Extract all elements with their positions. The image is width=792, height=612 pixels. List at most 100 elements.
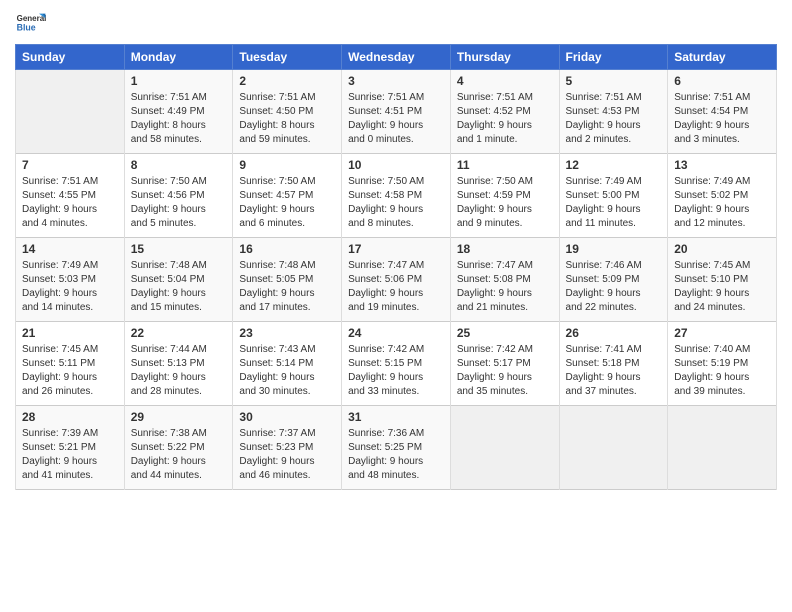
header-row: SundayMondayTuesdayWednesdayThursdayFrid… <box>16 45 777 70</box>
day-info: Sunrise: 7:50 AMSunset: 4:59 PMDaylight:… <box>457 175 553 231</box>
day-info: Sunrise: 7:39 AMSunset: 5:21 PMDaylight:… <box>22 427 118 483</box>
calendar-cell: 6Sunrise: 7:51 AMSunset: 4:54 PMDaylight… <box>668 70 777 154</box>
day-info: Sunrise: 7:51 AMSunset: 4:49 PMDaylight:… <box>131 91 227 147</box>
day-number: 14 <box>22 242 118 256</box>
day-number: 9 <box>239 158 335 172</box>
day-info: Sunrise: 7:50 AMSunset: 4:58 PMDaylight:… <box>348 175 444 231</box>
calendar-cell: 12Sunrise: 7:49 AMSunset: 5:00 PMDayligh… <box>559 154 668 238</box>
calendar-cell: 3 Sunrise: 7:51 AMSunset: 4:51 PMDaylight… <box>342 70 451 154</box>
calendar-cell: 28 Sunrise: 7:39 AMSunset: 5:21 PMDayligh… <box>16 406 125 490</box>
day-number: 7 <box>22 158 118 172</box>
calendar-cell: 30 Sunrise: 7:37 AMSunset: 5:23 PMDayligh… <box>233 406 342 490</box>
day-number: 4 <box>457 74 553 88</box>
calendar-cell: 15Sunrise: 7:48 AMSunset: 5:04 PMDayligh… <box>124 238 233 322</box>
header-cell-monday: Monday <box>124 45 233 70</box>
week-row-2: 7Sunrise: 7:51 AMSunset: 4:55 PMDaylight… <box>16 154 777 238</box>
day-info: Sunrise: 7:42 AMSunset: 5:15 PMDaylight:… <box>348 343 444 399</box>
calendar-cell: 13 Sunrise: 7:49 AMSunset: 5:02 PMDayligh… <box>668 154 777 238</box>
day-number: 19 <box>566 242 662 256</box>
day-info: Sunrise: 7:45 AMSunset: 5:11 PMDaylight:… <box>22 343 118 399</box>
day-info: Sunrise: 7:37 AMSunset: 5:23 PMDaylight:… <box>239 427 335 483</box>
header-cell-sunday: Sunday <box>16 45 125 70</box>
day-info: Sunrise: 7:40 AMSunset: 5:19 PMDaylight:… <box>674 343 770 399</box>
day-number: 18 <box>457 242 553 256</box>
day-info: Sunrise: 7:43 AMSunset: 5:14 PMDaylight:… <box>239 343 335 399</box>
calendar-cell: 20 Sunrise: 7:45 AMSunset: 5:10 PMDayligh… <box>668 238 777 322</box>
calendar-cell <box>559 406 668 490</box>
calendar-cell: 4Sunrise: 7:51 AMSunset: 4:52 PMDaylight… <box>450 70 559 154</box>
day-info: Sunrise: 7:50 AMSunset: 4:56 PMDaylight:… <box>131 175 227 231</box>
svg-text:Blue: Blue <box>17 22 36 32</box>
day-number: 28 <box>22 410 118 424</box>
day-number: 1 <box>131 74 227 88</box>
calendar-cell <box>668 406 777 490</box>
week-row-4: 21Sunrise: 7:45 AMSunset: 5:11 PMDayligh… <box>16 322 777 406</box>
logo-icon: General Blue <box>15 10 47 38</box>
calendar-cell <box>450 406 559 490</box>
day-info: Sunrise: 7:51 AMSunset: 4:50 PMDaylight:… <box>239 91 335 147</box>
header-cell-thursday: Thursday <box>450 45 559 70</box>
week-row-1: 1 Sunrise: 7:51 AMSunset: 4:49 PMDaylight… <box>16 70 777 154</box>
day-info: Sunrise: 7:47 AMSunset: 5:06 PMDaylight:… <box>348 259 444 315</box>
calendar-table: SundayMondayTuesdayWednesdayThursdayFrid… <box>15 44 777 490</box>
day-number: 29 <box>131 410 227 424</box>
calendar-cell: 17 Sunrise: 7:47 AMSunset: 5:06 PMDayligh… <box>342 238 451 322</box>
calendar-body: 1 Sunrise: 7:51 AMSunset: 4:49 PMDaylight… <box>16 70 777 490</box>
calendar-cell: 14 Sunrise: 7:49 AMSunset: 5:03 PMDayligh… <box>16 238 125 322</box>
day-number: 24 <box>348 326 444 340</box>
day-number: 23 <box>239 326 335 340</box>
calendar-cell: 11 Sunrise: 7:50 AMSunset: 4:59 PMDayligh… <box>450 154 559 238</box>
day-info: Sunrise: 7:42 AMSunset: 5:17 PMDaylight:… <box>457 343 553 399</box>
day-info: Sunrise: 7:45 AMSunset: 5:10 PMDaylight:… <box>674 259 770 315</box>
day-number: 20 <box>674 242 770 256</box>
calendar-cell: 9 Sunrise: 7:50 AMSunset: 4:57 PMDaylight… <box>233 154 342 238</box>
calendar-header: SundayMondayTuesdayWednesdayThursdayFrid… <box>16 45 777 70</box>
calendar-cell: 19Sunrise: 7:46 AMSunset: 5:09 PMDayligh… <box>559 238 668 322</box>
day-number: 3 <box>348 74 444 88</box>
day-number: 11 <box>457 158 553 172</box>
day-number: 8 <box>131 158 227 172</box>
calendar-cell: 1 Sunrise: 7:51 AMSunset: 4:49 PMDaylight… <box>124 70 233 154</box>
day-number: 26 <box>566 326 662 340</box>
day-info: Sunrise: 7:49 AMSunset: 5:00 PMDaylight:… <box>566 175 662 231</box>
day-number: 27 <box>674 326 770 340</box>
logo: General Blue <box>15 10 47 38</box>
day-info: Sunrise: 7:49 AMSunset: 5:03 PMDaylight:… <box>22 259 118 315</box>
day-number: 2 <box>239 74 335 88</box>
calendar-cell: 18 Sunrise: 7:47 AMSunset: 5:08 PMDayligh… <box>450 238 559 322</box>
day-number: 5 <box>566 74 662 88</box>
calendar-cell: 26Sunrise: 7:41 AMSunset: 5:18 PMDayligh… <box>559 322 668 406</box>
calendar-cell: 16Sunrise: 7:48 AMSunset: 5:05 PMDayligh… <box>233 238 342 322</box>
calendar-cell: 5Sunrise: 7:51 AMSunset: 4:53 PMDaylight… <box>559 70 668 154</box>
calendar-cell: 10 Sunrise: 7:50 AMSunset: 4:58 PMDayligh… <box>342 154 451 238</box>
calendar-cell <box>16 70 125 154</box>
day-number: 13 <box>674 158 770 172</box>
calendar-cell: 21Sunrise: 7:45 AMSunset: 5:11 PMDayligh… <box>16 322 125 406</box>
calendar-cell: 7Sunrise: 7:51 AMSunset: 4:55 PMDaylight… <box>16 154 125 238</box>
calendar-cell: 27 Sunrise: 7:40 AMSunset: 5:19 PMDayligh… <box>668 322 777 406</box>
day-info: Sunrise: 7:47 AMSunset: 5:08 PMDaylight:… <box>457 259 553 315</box>
header-cell-wednesday: Wednesday <box>342 45 451 70</box>
week-row-3: 14 Sunrise: 7:49 AMSunset: 5:03 PMDayligh… <box>16 238 777 322</box>
calendar-cell: 29Sunrise: 7:38 AMSunset: 5:22 PMDayligh… <box>124 406 233 490</box>
day-info: Sunrise: 7:48 AMSunset: 5:04 PMDaylight:… <box>131 259 227 315</box>
day-info: Sunrise: 7:50 AMSunset: 4:57 PMDaylight:… <box>239 175 335 231</box>
calendar-cell: 8 Sunrise: 7:50 AMSunset: 4:56 PMDaylight… <box>124 154 233 238</box>
day-info: Sunrise: 7:49 AMSunset: 5:02 PMDaylight:… <box>674 175 770 231</box>
day-info: Sunrise: 7:44 AMSunset: 5:13 PMDaylight:… <box>131 343 227 399</box>
day-number: 17 <box>348 242 444 256</box>
day-number: 31 <box>348 410 444 424</box>
day-number: 22 <box>131 326 227 340</box>
day-info: Sunrise: 7:51 AMSunset: 4:51 PMDaylight:… <box>348 91 444 147</box>
calendar-cell: 31 Sunrise: 7:36 AMSunset: 5:25 PMDayligh… <box>342 406 451 490</box>
day-number: 30 <box>239 410 335 424</box>
header-cell-saturday: Saturday <box>668 45 777 70</box>
calendar-cell: 25Sunrise: 7:42 AMSunset: 5:17 PMDayligh… <box>450 322 559 406</box>
week-row-5: 28 Sunrise: 7:39 AMSunset: 5:21 PMDayligh… <box>16 406 777 490</box>
day-number: 16 <box>239 242 335 256</box>
day-info: Sunrise: 7:36 AMSunset: 5:25 PMDaylight:… <box>348 427 444 483</box>
header-cell-friday: Friday <box>559 45 668 70</box>
calendar-cell: 22 Sunrise: 7:44 AMSunset: 5:13 PMDayligh… <box>124 322 233 406</box>
day-number: 10 <box>348 158 444 172</box>
day-info: Sunrise: 7:51 AMSunset: 4:54 PMDaylight:… <box>674 91 770 147</box>
